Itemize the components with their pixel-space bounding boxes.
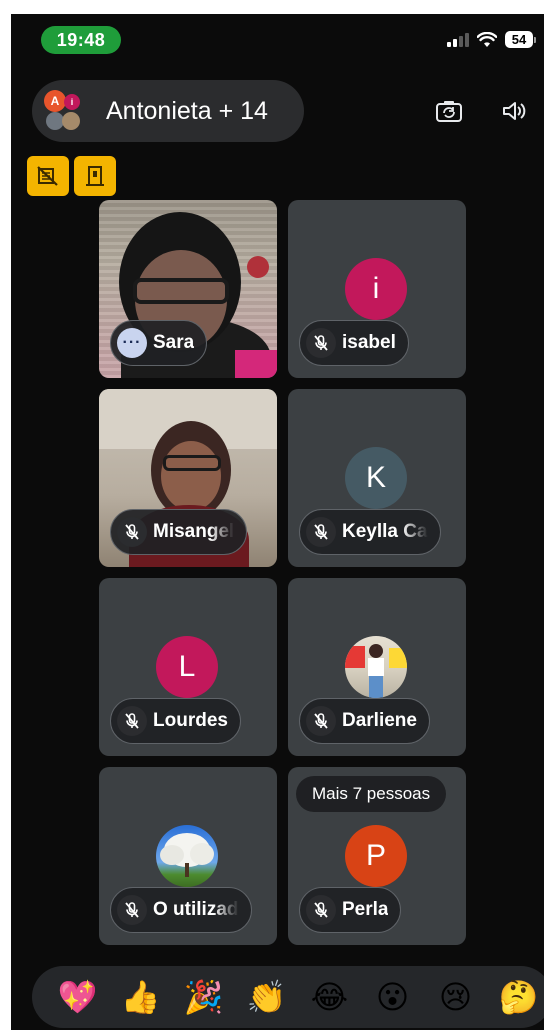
reactions-bar: 💖 👍 🎉 👏 😂 😮 😢 🤔: [32, 966, 544, 1028]
mic-off-icon: [306, 517, 336, 547]
participant-name: Lourdes: [153, 710, 228, 731]
participant-tile[interactable]: ··· Sara: [99, 200, 277, 378]
reaction-party-popper[interactable]: 🎉: [172, 981, 235, 1013]
call-title: Antonieta + 14: [106, 96, 268, 125]
participant-name-pill: O utilizad: [110, 887, 252, 933]
participant-name-pill: Keylla Ca: [299, 509, 441, 555]
call-title-button[interactable]: A i Antonieta + 14: [32, 80, 304, 142]
participant-name-pill: Lourdes: [110, 698, 241, 744]
participant-name: Sara: [153, 332, 195, 353]
mic-off-icon: [117, 895, 147, 925]
blocked-content-icon[interactable]: [27, 156, 69, 196]
mic-off-icon: [306, 895, 336, 925]
speaker-icon[interactable]: [499, 98, 529, 124]
avatar: i: [64, 94, 80, 110]
participant-name: Misangel: [153, 521, 235, 542]
participant-name: Perla: [342, 899, 389, 920]
participant-name-pill: Misangel: [110, 509, 248, 555]
participant-name-pill: isabel: [299, 320, 409, 366]
avatar-photo: [345, 636, 407, 698]
mic-off-icon: [117, 517, 147, 547]
avatar: P: [345, 825, 407, 887]
participants-avatar-cluster: A i: [40, 86, 94, 136]
participant-tile[interactable]: Darliene: [288, 578, 466, 756]
participant-name: Darliene: [342, 710, 417, 731]
participant-name-pill: Darliene: [299, 698, 430, 744]
wifi-icon: [477, 31, 497, 47]
participant-tile[interactable]: L Lourdes: [99, 578, 277, 756]
participant-tile[interactable]: K Keylla Ca: [288, 389, 466, 567]
reaction-surprised[interactable]: 😮: [361, 981, 424, 1013]
meet-call-screen: 19:48 54 A i Antonieta + 14 ··· Sara i i…: [11, 14, 544, 1030]
status-icons: 54: [447, 31, 536, 48]
participant-name: Keylla Ca: [342, 521, 428, 542]
avatar: A: [44, 90, 66, 112]
more-options-icon[interactable]: ···: [117, 328, 147, 358]
more-participants-tile[interactable]: Mais 7 pessoas P Perla: [288, 767, 466, 945]
participant-tile[interactable]: O utilizad: [99, 767, 277, 945]
reaction-crying[interactable]: 😢: [424, 981, 487, 1013]
reaction-clapping[interactable]: 👏: [235, 981, 298, 1013]
reaction-thumbs-up[interactable]: 👍: [109, 981, 172, 1013]
participant-name-pill: ··· Sara: [110, 320, 208, 366]
participant-name: isabel: [342, 332, 396, 353]
battery-icon: 54: [505, 31, 536, 48]
participant-tile[interactable]: Misangel: [99, 389, 277, 567]
status-time: 19:48: [41, 26, 121, 54]
mic-off-icon: [306, 706, 336, 736]
avatar: i: [345, 258, 407, 320]
reaction-sparkling-heart[interactable]: 💖: [46, 981, 109, 1013]
battery-level: 54: [505, 31, 533, 48]
avatar-photo: [156, 825, 218, 887]
door-icon[interactable]: [74, 156, 116, 196]
avatar: K: [345, 447, 407, 509]
more-people-label[interactable]: Mais 7 pessoas: [296, 776, 447, 812]
avatar-photo: [62, 112, 80, 130]
mic-off-icon: [117, 706, 147, 736]
reaction-tears-of-joy[interactable]: 😂: [298, 981, 361, 1013]
cellular-signal-icon: [447, 32, 469, 47]
switch-camera-icon[interactable]: [434, 98, 464, 124]
participant-name: O utilizad: [153, 899, 239, 920]
participant-name-pill: Perla: [299, 887, 402, 933]
avatar: L: [156, 636, 218, 698]
reaction-thinking[interactable]: 🤔: [487, 981, 544, 1013]
participant-tile[interactable]: i isabel: [288, 200, 466, 378]
mic-off-icon: [306, 328, 336, 358]
